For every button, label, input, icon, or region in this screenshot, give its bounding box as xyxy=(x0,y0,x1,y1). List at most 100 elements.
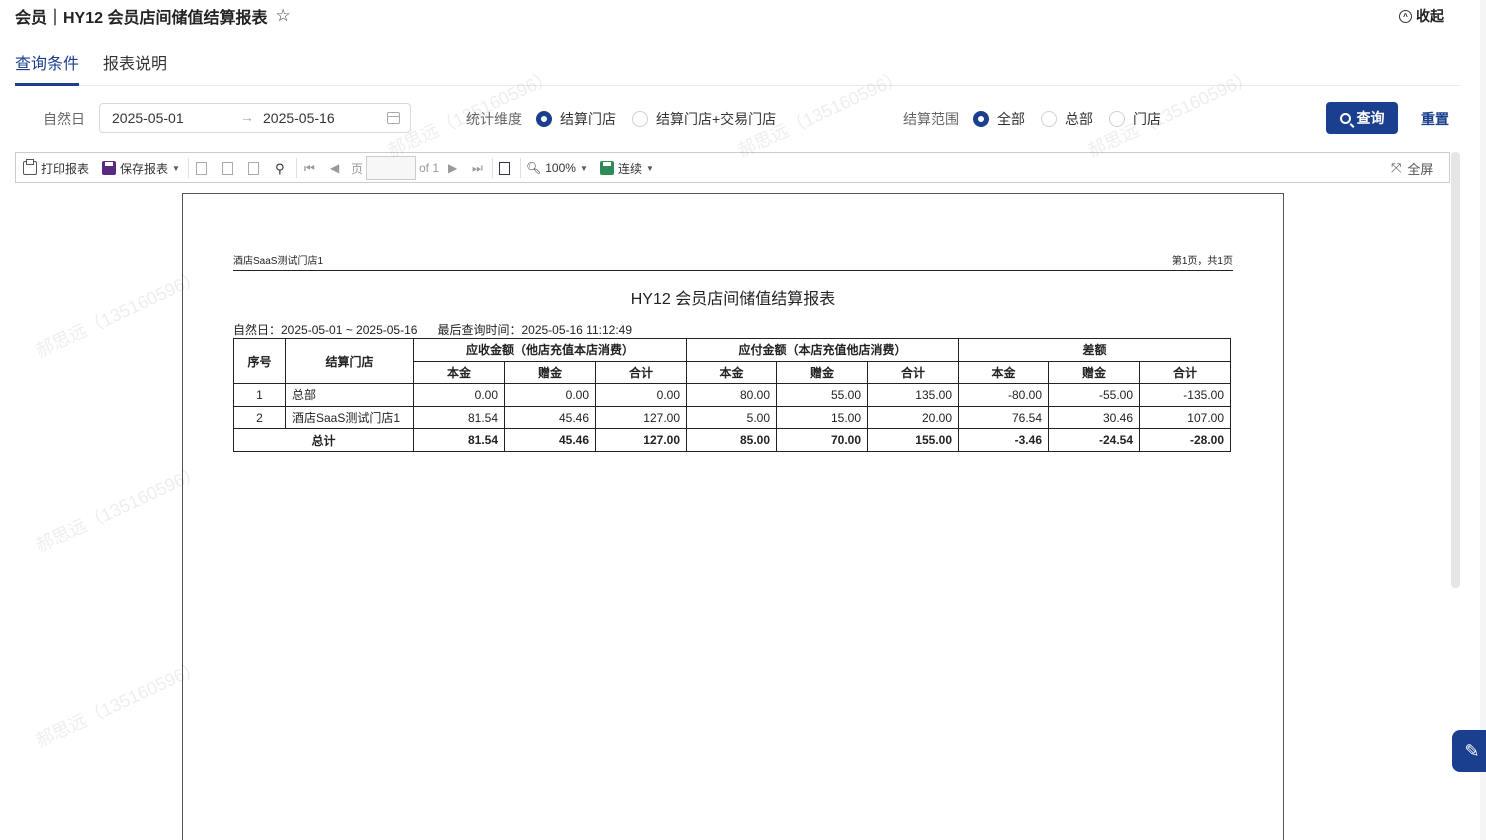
copy-icon xyxy=(248,161,259,175)
cell-store: 总部 xyxy=(285,383,414,407)
scope-label: 结算范围 xyxy=(903,111,959,127)
first-page-button[interactable]: ⏮ xyxy=(304,159,315,177)
col-header-principal: 本金 xyxy=(686,360,777,385)
toolbar-divider xyxy=(520,158,521,178)
assistant-float-button[interactable]: ✎ xyxy=(1452,730,1486,772)
radio-settlement-trade-store[interactable]: 结算门店+交易门店 xyxy=(632,109,776,129)
save-icon xyxy=(600,161,614,175)
cell-value: 45.46 xyxy=(504,405,596,430)
view-button[interactable] xyxy=(499,159,514,177)
expand-icon: ⤧ xyxy=(1391,160,1402,175)
page-title: 会员｜HY12 会员店间储值结算报表 ☆ xyxy=(15,5,291,27)
caret-down-icon: ▼ xyxy=(579,163,588,173)
prev-page-icon: ◀ xyxy=(330,161,340,175)
cell-value: 5.00 xyxy=(686,405,777,430)
date-label: 自然日 xyxy=(43,111,85,127)
cell-value: 20.00 xyxy=(867,405,959,430)
next-page-button[interactable]: ▶ xyxy=(448,159,457,177)
cell-value: 76.54 xyxy=(958,405,1049,430)
calendar-icon[interactable] xyxy=(387,112,400,124)
print-label: 打印报表 xyxy=(41,161,90,176)
star-icon[interactable]: ☆ xyxy=(275,6,290,26)
prev-page-button[interactable]: ◀ xyxy=(330,159,339,177)
col-header-gift: 赠金 xyxy=(1048,360,1140,385)
col-header-total: 合计 xyxy=(1139,360,1231,385)
find-button[interactable]: ⚲ xyxy=(275,159,289,177)
collapse-button[interactable]: ^ 收起 xyxy=(1399,6,1444,26)
last-page-button[interactable]: ⏭ xyxy=(472,159,483,177)
zoom-dropdown[interactable]: 🔍︎ 100% ▼ xyxy=(526,159,588,177)
cell-value: 0.00 xyxy=(504,383,596,407)
radio-scope-store[interactable]: 门店 xyxy=(1109,109,1161,129)
report-table: 序号 结算门店 应收金额（他店充值本店消费） 应付金额（本店充值他店消费） 差额… xyxy=(233,337,1231,452)
report-toolbar: 打印报表 保存报表 ▼ ⚲ ⏮ ◀ 页 of 1 ▶ ⏭ 🔍︎ 100% ▼ 连… xyxy=(15,152,1450,183)
page-label-text: 页 xyxy=(351,161,364,176)
cell-value: 127.00 xyxy=(595,405,687,430)
document-icon xyxy=(196,161,207,175)
cell-value: 0.00 xyxy=(595,383,687,407)
cell-value: 80.00 xyxy=(686,383,777,407)
table-total-row: 总计 81.54 45.46 127.00 85.00 70.00 155.00… xyxy=(233,428,1231,452)
watermark: 郝思远（13516059​6） xyxy=(32,656,205,752)
radio-dot xyxy=(536,111,552,127)
radio-settlement-store[interactable]: 结算门店 xyxy=(536,109,616,129)
paste-button[interactable] xyxy=(222,159,237,177)
cell-seq: 2 xyxy=(233,405,286,430)
date-range-picker[interactable]: 2025-05-01 → 2025-05-16 xyxy=(99,103,411,133)
view-mode-value: 连续 xyxy=(618,161,643,176)
cell-value: 81.54 xyxy=(413,405,505,430)
radio-dot xyxy=(973,111,989,127)
cell-value: -135.00 xyxy=(1139,383,1231,407)
page-number-input[interactable] xyxy=(366,156,416,180)
report-meta: 自然日：2025-05-01 ~ 2025-05-16 最后查询时间：2025-… xyxy=(233,321,632,338)
export-doc-button[interactable] xyxy=(196,159,211,177)
search-icon xyxy=(1339,112,1351,124)
watermark: 郝思远（13516059​6） xyxy=(32,461,205,557)
cell-value: -24.54 xyxy=(1048,428,1140,452)
date-end-input[interactable]: 2025-05-16 xyxy=(263,110,335,126)
cell-value: -80.00 xyxy=(958,383,1049,407)
query-button[interactable]: 查询 xyxy=(1326,102,1398,134)
tab-bar: 查询条件 报表说明 xyxy=(15,46,1460,86)
page-of: of 1 xyxy=(419,159,439,177)
col-header-principal: 本金 xyxy=(958,360,1049,385)
arrow-right-icon: → xyxy=(240,109,254,125)
table-row: 2 酒店SaaS测试门店1 81.54 45.46 127.00 5.00 15… xyxy=(233,405,1231,430)
copy-button[interactable] xyxy=(248,159,263,177)
report-query-time: 最后查询时间：2025-05-16 11:12:49 xyxy=(437,323,633,337)
cell-total-label: 总计 xyxy=(233,428,414,452)
tab-query-conditions[interactable]: 查询条件 xyxy=(15,50,79,86)
radio-dot xyxy=(1109,111,1125,127)
fullscreen-button[interactable]: ⤧ 全屏 xyxy=(1391,159,1433,177)
cell-value: 81.54 xyxy=(413,428,505,452)
radio-scope-hq[interactable]: 总部 xyxy=(1041,109,1093,129)
cell-value: 0.00 xyxy=(413,383,505,407)
radio-scope-all[interactable]: 全部 xyxy=(973,109,1025,129)
radio-label: 全部 xyxy=(997,111,1025,127)
print-report-button[interactable]: 打印报表 xyxy=(23,159,89,177)
cell-value: -3.46 xyxy=(958,428,1049,452)
report-scrollbar[interactable] xyxy=(1451,152,1460,588)
date-start-input[interactable]: 2025-05-01 xyxy=(112,110,184,126)
save-report-button[interactable]: 保存报表 ▼ xyxy=(102,159,180,177)
cell-value: -28.00 xyxy=(1139,428,1231,452)
cell-value: 45.46 xyxy=(504,428,596,452)
reset-button[interactable]: 重置 xyxy=(1421,109,1449,129)
cell-value: 135.00 xyxy=(867,383,959,407)
report-title: HY12 会员店间储值结算报表 xyxy=(630,291,836,308)
chevron-up-icon: ^ xyxy=(1399,9,1412,23)
radio-label: 结算门店+交易门店 xyxy=(656,111,777,127)
page-title-text: 会员｜HY12 会员店间储值结算报表 xyxy=(15,10,268,27)
save-label: 保存报表 xyxy=(120,161,169,176)
caret-down-icon: ▼ xyxy=(172,163,180,173)
page-scrollbar[interactable] xyxy=(1480,0,1486,840)
report-page: 酒店SaaS测试门店1 第1页，共1页 HY12 会员店间储值结算报表 自然日：… xyxy=(182,193,1284,840)
view-mode-dropdown[interactable]: 连续 ▼ xyxy=(600,159,654,177)
page-of-text: of 1 xyxy=(419,161,440,175)
col-header-receivable: 应收金额（他店充值本店消费） xyxy=(413,338,687,362)
fullscreen-label: 全屏 xyxy=(1407,161,1434,177)
col-header-gift: 赠金 xyxy=(504,360,596,385)
col-header-payable: 应付金额（本店充值他店消费） xyxy=(686,338,959,362)
tab-report-description[interactable]: 报表说明 xyxy=(103,50,167,86)
toolbar-divider xyxy=(492,158,493,178)
